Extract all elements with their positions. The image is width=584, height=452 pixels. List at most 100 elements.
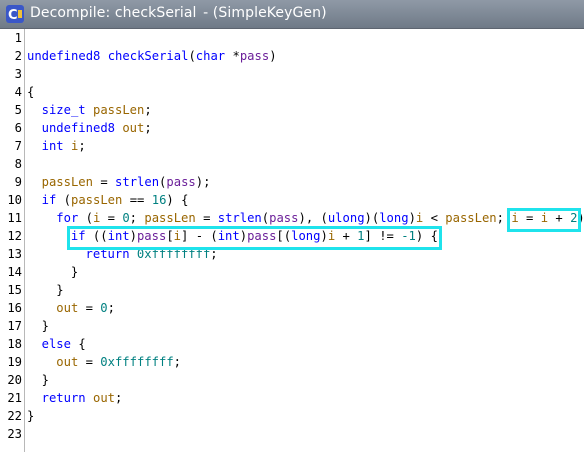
code-token-const[interactable]: -1	[401, 229, 416, 243]
window-title-program: - (SimpleKeyGen)	[203, 5, 327, 21]
decompiler-window: C Decompile: checkSerial - (SimpleKeyGen…	[0, 0, 584, 452]
code-token-param[interactable]: pass	[137, 229, 166, 243]
line-number: 4	[14, 85, 22, 99]
code-token-func[interactable]: checkSerial	[108, 49, 189, 63]
code-token-plain: )(	[364, 211, 380, 225]
code-token-keyword[interactable]: return	[42, 391, 86, 405]
code-token-var[interactable]: passLen	[42, 175, 93, 189]
code-token-var[interactable]: passLen	[144, 211, 195, 225]
code-token-const[interactable]: 1	[357, 229, 364, 243]
code-token-plain: =	[93, 175, 116, 189]
code-line[interactable]: for (i = 0; passLen = strlen(pass), (ulo…	[56, 209, 584, 227]
line-number: 16	[7, 301, 22, 315]
code-token-var[interactable]: i	[174, 229, 181, 243]
code-token-type[interactable]: size_t	[42, 103, 86, 117]
code-editor[interactable]: 1 2 3 4 5 6 7 8 9 10 11 12 13 14 15 16 17 18 19 20 21 22 23 un…	[0, 29, 584, 452]
code-token-keyword[interactable]: if	[42, 193, 57, 207]
code-token-type[interactable]: char	[196, 49, 225, 63]
window-titlebar[interactable]: C Decompile: checkSerial - (SimpleKeyGen…	[0, 0, 584, 29]
code-line[interactable]: {	[27, 83, 34, 101]
code-token-const[interactable]: 0	[122, 211, 129, 225]
code-line[interactable]: }	[71, 263, 78, 281]
code-token-var[interactable]: out	[93, 391, 115, 405]
code-token-plain: )	[129, 229, 137, 243]
code-line[interactable]: out = 0;	[56, 299, 115, 317]
code-token-plain: );	[195, 175, 211, 189]
code-token-func[interactable]: strlen	[218, 211, 262, 225]
code-token-type[interactable]: long	[291, 229, 320, 243]
line-number: 1	[14, 31, 22, 45]
code-token-plain: ) {	[577, 211, 584, 225]
code-token-type[interactable]: undefined8	[27, 49, 100, 63]
code-token-param[interactable]: pass	[166, 175, 195, 189]
code-line[interactable]: }	[42, 317, 49, 335]
code-token-plain: }	[41, 373, 49, 387]
line-number: 3	[14, 67, 22, 81]
code-token-var[interactable]: out	[122, 121, 144, 135]
code-token-const[interactable]: 0	[100, 301, 107, 315]
code-token-plain: )	[239, 229, 248, 243]
code-token-plain: [	[166, 229, 174, 243]
code-token-const[interactable]: 0xffffffff	[100, 355, 173, 369]
code-token-var[interactable]: i	[541, 211, 548, 225]
line-number: 5	[14, 103, 22, 117]
code-token-param[interactable]: pass	[269, 211, 298, 225]
code-line[interactable]: passLen = strlen(pass);	[42, 173, 211, 191]
code-token-plain: ((	[85, 229, 108, 243]
code-token-type[interactable]: undefined8	[42, 121, 115, 135]
code-token-plain: =	[195, 211, 218, 225]
code-line[interactable]: out = 0xffffffff;	[56, 353, 181, 371]
code-line[interactable]: undefined8 out;	[42, 119, 152, 137]
code-token-var[interactable]: out	[56, 355, 78, 369]
code-token-func[interactable]: strlen	[115, 175, 159, 189]
code-token-plain: ;	[173, 355, 182, 369]
decompile-icon: C	[6, 5, 24, 23]
code-token-plain: ;	[496, 211, 512, 225]
code-line[interactable]: }	[27, 407, 34, 425]
code-token-var[interactable]: passLen	[93, 103, 144, 117]
code-token-const[interactable]: 16	[152, 193, 167, 207]
code-token-param[interactable]: pass	[247, 229, 276, 243]
code-token-type[interactable]: ulong	[328, 211, 365, 225]
code-line[interactable]: if (passLen == 16) {	[42, 191, 189, 209]
line-number: 21	[7, 391, 22, 405]
code-token-keyword[interactable]: for	[56, 211, 78, 225]
code-token-plain: ] !=	[364, 229, 402, 243]
code-line[interactable]: undefined8 checkSerial(char *pass)	[27, 47, 277, 65]
code-token-const[interactable]: 0xffffffff	[137, 247, 210, 261]
code-token-plain: (	[78, 211, 93, 225]
code-token-type[interactable]: int	[218, 229, 240, 243]
code-token-var[interactable]: passLen	[71, 193, 122, 207]
code-line[interactable]: return out;	[42, 389, 123, 407]
svg-text:C: C	[8, 8, 18, 23]
window-title: Decompile: checkSerial - (SimpleKeyGen)	[30, 5, 327, 21]
code-token-var[interactable]: passLen	[445, 211, 496, 225]
code-line[interactable]: int i;	[42, 137, 86, 155]
code-line[interactable]: }	[56, 281, 63, 299]
code-token-keyword[interactable]: else	[42, 337, 71, 351]
code-token-plain: <	[423, 211, 446, 225]
line-number: 2	[14, 49, 22, 63]
code-token-type[interactable]: int	[42, 139, 64, 153]
code-line[interactable]: if ((int)pass[i] - (int)pass[(long)i + 1…	[71, 227, 438, 245]
code-listing[interactable]: undefined8 checkSerial(char *pass){size_…	[25, 29, 584, 452]
code-token-keyword[interactable]: if	[71, 229, 86, 243]
code-line[interactable]: size_t passLen;	[42, 101, 152, 119]
code-line[interactable]: }	[42, 371, 49, 389]
line-number: 10	[7, 193, 22, 207]
code-token-param[interactable]: pass	[240, 49, 269, 63]
code-line[interactable]: return 0xffffffff;	[86, 245, 218, 263]
code-token-keyword[interactable]: return	[86, 247, 130, 261]
code-token-plain: *	[225, 49, 240, 63]
code-token-plain: (	[188, 49, 196, 63]
code-token-type[interactable]: long	[379, 211, 408, 225]
code-line[interactable]: else {	[42, 335, 86, 353]
code-token-plain: ;	[129, 211, 145, 225]
code-token-var[interactable]: i	[511, 211, 518, 225]
code-token-type[interactable]: int	[108, 229, 130, 243]
code-token-var[interactable]: out	[56, 301, 78, 315]
line-number: 20	[7, 373, 22, 387]
line-number: 8	[14, 157, 22, 171]
